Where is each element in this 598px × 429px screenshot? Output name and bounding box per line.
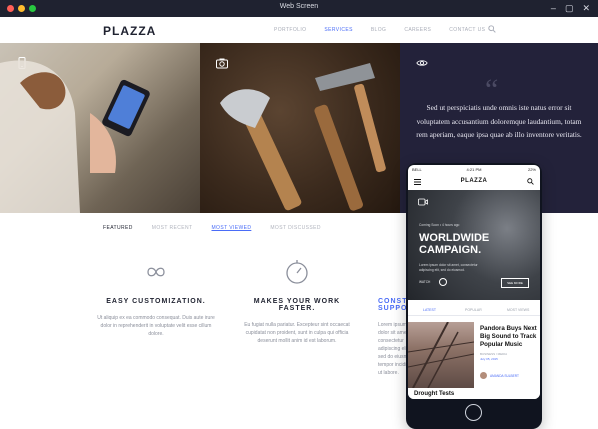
battery-label: 22% [527,167,536,172]
see-more-button[interactable]: SEE MORE [501,278,529,288]
article-author[interactable]: AMANDA SULBERT [480,372,538,380]
article-category: BUSINESS / MEDIA [480,352,508,357]
article-title[interactable]: Pandora Buys Next Big Sound to Track Pop… [480,325,538,348]
watch-label[interactable]: WATCH [419,280,430,284]
close-icon[interactable]: ✕ [582,2,590,14]
content-tabs: FEATURED MOST RECENT MOST VIEWED MOST DI… [103,225,340,231]
video-camera-icon [418,198,428,206]
avatar [480,372,487,380]
search-icon[interactable] [488,25,496,33]
phone-logo[interactable]: PLAZZA [408,178,540,184]
tab-most-discussed[interactable]: MOST DISCUSSED [270,225,321,231]
tab-featured[interactable]: FEATURED [103,225,133,231]
hero-headline: WORLDWIDE CAMPAIGN. [419,232,489,256]
tab-most-recent[interactable]: MOST RECENT [152,225,193,231]
hero-image-tools [200,43,400,213]
nav-blog[interactable]: BLOG [371,27,387,33]
main-nav: PORTFOLIO SERVICES BLOG CAREERS CONTACT … [274,27,503,33]
play-icon[interactable] [439,278,447,286]
article-date: July 05, 2015 [480,357,498,362]
eye-icon [416,60,428,66]
phone-navbar: PLAZZA [408,174,540,190]
site-logo[interactable]: PLAZZA [103,24,156,38]
window-title: Web Screen [279,3,319,10]
nav-services[interactable]: SERVICES [324,27,352,33]
article-thumbnail[interactable] [408,322,474,388]
next-article[interactable]: Drought Tests [408,388,540,399]
hero-headline-line: CAMPAIGN. [419,244,482,256]
tools-illustration [220,63,386,211]
phone-user-illustration [0,60,150,213]
tabs-divider [408,315,540,316]
bridge-illustration [408,322,474,388]
feature-title: EASY CUSTOMIZATION. [106,298,206,305]
phone-hero-card[interactable]: Coming Soon • 4 hours ago WORLDWIDE CAMP… [408,190,540,300]
tab-most-views[interactable]: MOST VIEWS [507,308,529,312]
feature-card: EASY CUSTOMIZATION. Ut aliquip ex ea com… [95,258,217,338]
hero-image-phone-user [0,43,200,213]
hero-subtext: Lorem ipsum dolor sit amet, consectetur … [419,263,478,272]
article-card[interactable]: Pandora Buys Next Big Sound to Track Pop… [480,325,538,380]
search-icon[interactable] [527,178,534,185]
tab-latest[interactable]: LATEST [423,308,436,312]
feature-title: MAKES YOUR WORK FASTER. [253,298,341,312]
nav-careers[interactable]: CAREERS [404,27,431,33]
home-button[interactable] [465,404,482,421]
site-navbar: PLAZZA PORTFOLIO SERVICES BLOG CAREERS C… [0,17,598,43]
phone-mockup: BELL 4:21 PM 22% PLAZZA Coming Soon • 4 … [406,163,542,429]
tab-popular[interactable]: POPULAR [465,308,482,312]
feature-card: MAKES YOUR WORK FASTER. Eu fugiat nulla … [236,258,358,345]
stopwatch-icon [286,260,308,284]
hero-headline-line: WORLDWIDE [419,232,490,244]
nav-portfolio[interactable]: PORTFOLIO [274,27,306,33]
nav-contact-us[interactable]: CONTACT US [449,27,485,33]
feature-text: Ut aliquip ex ea commodo consequat. Duis… [97,315,215,337]
hero-meta: Coming Soon • 4 hours ago [419,223,460,227]
tab-most-viewed[interactable]: MOST VIEWED [211,225,251,231]
phone-status-bar: BELL 4:21 PM 22% [408,165,540,174]
camera-icon [216,58,228,69]
phone-screen: BELL 4:21 PM 22% PLAZZA Coming Soon • 4 … [408,165,540,399]
window-titlebar: Web Screen – ▢ ✕ [0,0,598,17]
restore-icon[interactable]: ▢ [565,2,574,14]
hero-quote: Sed ut perspiciatis unde omnis iste natu… [416,103,582,139]
author-name: AMANDA SULBERT [490,373,519,378]
minimize-icon[interactable]: – [551,2,556,14]
infinity-icon [147,267,165,277]
browser-window: Web Screen – ▢ ✕ PLAZZA PORTFOLIO SERVIC… [0,0,598,429]
feature-text: Eu fugiat nulla pariatur. Excepteur sint… [244,322,350,344]
status-time: 4:21 PM [466,167,482,172]
next-article-title: Drought Tests [414,391,455,397]
